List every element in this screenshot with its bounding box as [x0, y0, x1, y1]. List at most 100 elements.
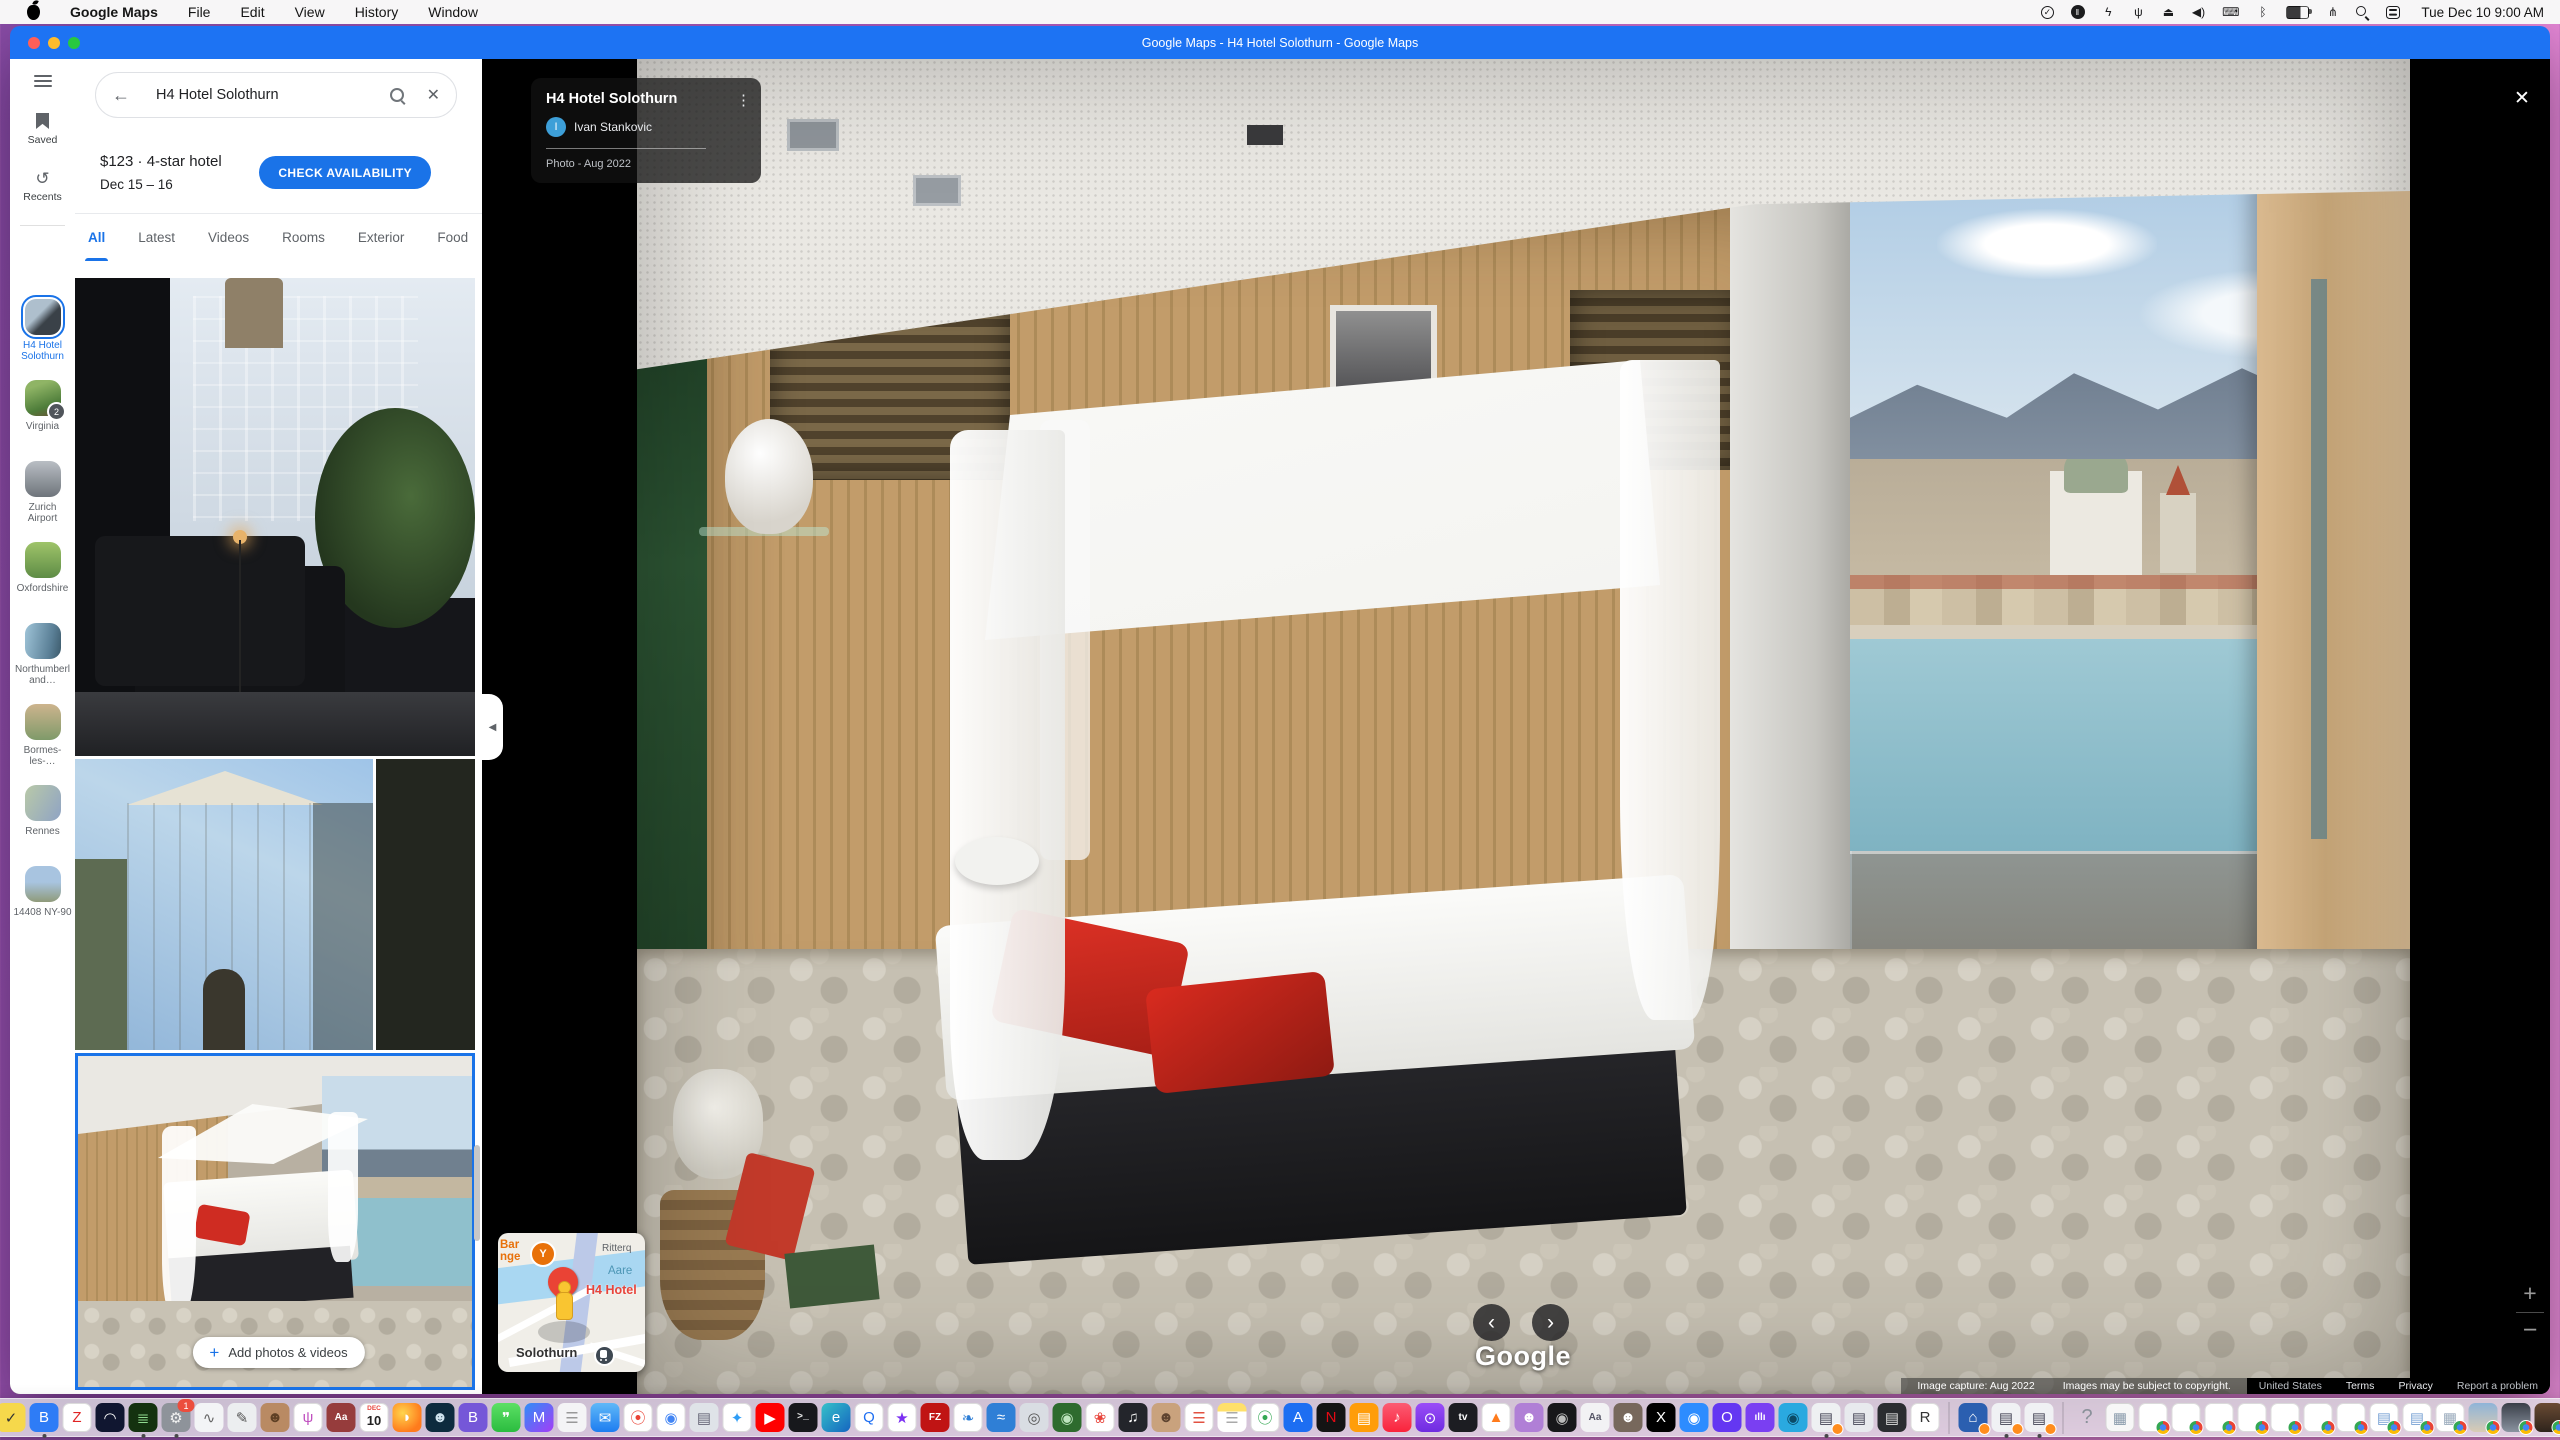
filezilla[interactable]: FZ: [921, 1403, 950, 1432]
report-problem-link[interactable]: Report a problem: [2445, 1380, 2550, 1392]
menu-window[interactable]: Window: [428, 4, 478, 20]
volume-status-icon[interactable]: ◀): [2192, 5, 2205, 19]
photo-thumbnail-church[interactable]: [75, 759, 373, 1050]
bluetooth-app[interactable]: B: [30, 1403, 59, 1432]
street-photo[interactable]: [637, 59, 2410, 1394]
menu-edit[interactable]: Edit: [240, 4, 264, 20]
scanner-app[interactable]: ▤: [1878, 1403, 1907, 1432]
back-arrow-icon[interactable]: ←: [112, 85, 130, 106]
image-capture[interactable]: ▤: [690, 1403, 719, 1432]
add-photos-button[interactable]: + Add photos & videos: [192, 1337, 364, 1368]
youtube[interactable]: ▶: [756, 1403, 785, 1432]
active-app-name[interactable]: Google Maps: [70, 4, 158, 20]
music[interactable]: ♪: [1383, 1403, 1412, 1432]
gimp[interactable]: ☻: [1614, 1403, 1643, 1432]
photo-window-3[interactable]: [2535, 1403, 2560, 1432]
photos[interactable]: ❀: [1086, 1403, 1115, 1432]
collapse-panel-handle[interactable]: ◀: [482, 694, 503, 760]
check-availability-button[interactable]: CHECK AVAILABILITY: [259, 156, 431, 189]
sidebar-item-14408-ny-90[interactable]: 14408 NY-90: [10, 866, 75, 947]
tab-latest[interactable]: Latest: [138, 214, 175, 261]
mail[interactable]: ✉: [591, 1403, 620, 1432]
printer-b[interactable]: ▤: [2025, 1403, 2054, 1432]
r-app[interactable]: R: [1911, 1403, 1940, 1432]
bluetooth-status-icon[interactable]: ᛒ: [2256, 5, 2269, 19]
chrome-window-3[interactable]: [2205, 1403, 2234, 1432]
voice-app[interactable]: ıllı: [1746, 1403, 1775, 1432]
printer-utility[interactable]: ▤: [1812, 1403, 1841, 1432]
fontbook[interactable]: Aa: [1581, 1403, 1610, 1432]
battery-status-icon[interactable]: [2286, 6, 2309, 19]
spotlight-status-icon[interactable]: [2356, 6, 2369, 18]
tuner-status-icon[interactable]: ψ: [2132, 5, 2145, 19]
more-options-icon[interactable]: ⋮: [736, 91, 751, 109]
chrome[interactable]: ◉: [657, 1403, 686, 1432]
photo-thumbnail-lobby[interactable]: [75, 278, 475, 756]
sidebar-item-saved[interactable]: Saved: [10, 113, 75, 146]
zoom-app[interactable]: ◉: [1680, 1403, 1709, 1432]
picture-file[interactable]: ▦: [2106, 1403, 2135, 1432]
copier-app[interactable]: ▤: [1845, 1403, 1874, 1432]
system-settings[interactable]: ⚙1: [162, 1403, 191, 1432]
printer-a[interactable]: ▤: [1992, 1403, 2021, 1432]
vlc[interactable]: ▲: [1482, 1403, 1511, 1432]
panel-scrollbar[interactable]: [474, 1145, 480, 1241]
assistant-app[interactable]: ☻: [1515, 1403, 1544, 1432]
clear-search-icon[interactable]: ✕: [427, 85, 440, 105]
search-icon[interactable]: [390, 88, 405, 103]
audio-monitor[interactable]: ≣: [129, 1403, 158, 1432]
terminal[interactable]: >_: [789, 1403, 818, 1432]
photo-window-2[interactable]: [2502, 1403, 2531, 1432]
tab-rooms[interactable]: Rooms: [282, 214, 325, 261]
antenna-status-icon[interactable]: ⋔: [2326, 5, 2339, 19]
sidebar-item-recents[interactable]: ↺ Recents: [10, 172, 75, 203]
minimize-window-button[interactable]: [48, 37, 60, 49]
chrome-window-7[interactable]: [2337, 1403, 2366, 1432]
chrome-window-image[interactable]: ▦: [2436, 1403, 2465, 1432]
menu-view[interactable]: View: [295, 4, 325, 20]
zinio[interactable]: Z: [63, 1403, 92, 1432]
sidebar-item-zurich-airport[interactable]: Zurich Airport: [10, 461, 75, 542]
photo-author[interactable]: Ivan Stankovic: [574, 120, 652, 134]
loom[interactable]: O: [1713, 1403, 1742, 1432]
shortcuts-status-icon[interactable]: ✓: [2041, 6, 2054, 19]
tab-videos[interactable]: Videos: [208, 214, 249, 261]
webcam-app[interactable]: ◉: [1779, 1403, 1808, 1432]
bolt-status-icon[interactable]: ϟ: [2102, 5, 2115, 19]
reminders[interactable]: ☰: [1185, 1403, 1214, 1432]
safari[interactable]: ✦: [723, 1403, 752, 1432]
disc-burner[interactable]: ◎: [1020, 1403, 1049, 1432]
openoffice[interactable]: ≈: [987, 1403, 1016, 1432]
menu-bar-clock[interactable]: Tue Dec 10 9:00 AM: [2421, 5, 2544, 20]
tab-all[interactable]: All: [88, 214, 105, 261]
pegman-icon[interactable]: [556, 1292, 573, 1320]
zoom-window-button[interactable]: [68, 37, 80, 49]
mini-map[interactable]: Barnge Y Ritterq Aare H4 Hotel Solothurn: [498, 1233, 645, 1372]
kindle[interactable]: ☻: [426, 1403, 455, 1432]
netflix[interactable]: N: [1317, 1403, 1346, 1432]
chrome-window-1[interactable]: [2139, 1403, 2168, 1432]
control-center-status-icon[interactable]: [2386, 6, 2400, 19]
hotel-dates[interactable]: Dec 15 – 16: [100, 177, 222, 192]
home-app[interactable]: ⌂: [1959, 1403, 1988, 1432]
podcasts[interactable]: ⊙: [1416, 1403, 1445, 1432]
region-label[interactable]: United States: [2247, 1380, 2334, 1392]
next-photo-button[interactable]: ›: [1532, 1304, 1569, 1341]
sidebar-item-rennes[interactable]: Rennes: [10, 785, 75, 866]
disk-editor[interactable]: ✎: [228, 1403, 257, 1432]
feather-app[interactable]: ❧: [954, 1403, 983, 1432]
tab-food[interactable]: Food: [437, 214, 468, 261]
search-box[interactable]: ← H4 Hotel Solothurn ✕: [95, 72, 457, 118]
diagnostics-app[interactable]: ∿: [195, 1403, 224, 1432]
calendar[interactable]: 10DEC: [360, 1403, 389, 1432]
piano-app[interactable]: ♫: [1119, 1403, 1148, 1432]
chrome-window-5[interactable]: [2271, 1403, 2300, 1432]
sidebar-item-northumberland[interactable]: Northumberland…: [10, 623, 75, 704]
photo-window-1[interactable]: [2469, 1403, 2498, 1432]
apple-menu-icon[interactable]: [27, 5, 40, 20]
previous-photo-button[interactable]: ‹: [1473, 1304, 1510, 1341]
cocktail-poi-icon[interactable]: Y: [530, 1241, 556, 1267]
star-app[interactable]: ★: [888, 1403, 917, 1432]
apple-tv[interactable]: tv: [1449, 1403, 1478, 1432]
chrome-window-6[interactable]: [2304, 1403, 2333, 1432]
